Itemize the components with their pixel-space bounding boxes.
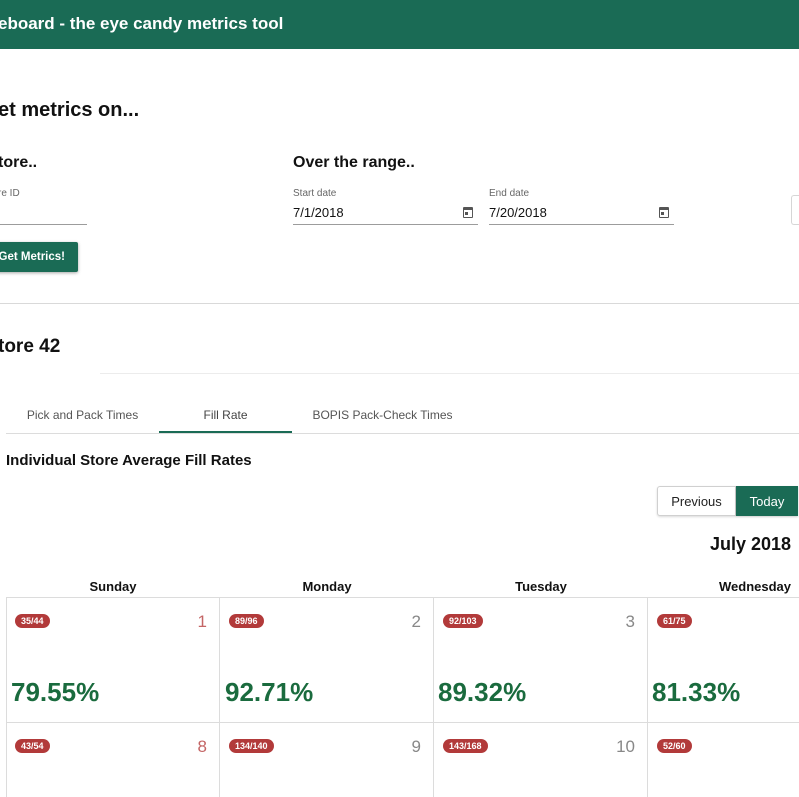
store-id-underline <box>0 224 87 225</box>
fill-rate-value: 89.32% <box>438 677 527 707</box>
fill-rate-value: 92.71% <box>225 677 314 707</box>
tabs-divider <box>6 433 799 434</box>
previous-button[interactable]: Previous <box>657 486 736 516</box>
end-date-label: End date <box>489 188 530 199</box>
weekday-header: Sunday <box>89 579 137 594</box>
start-date-label: Start date <box>293 188 337 199</box>
day-number: 2 <box>411 612 421 631</box>
header-divider <box>100 373 799 374</box>
app-bar: eboard - the eye candy metrics tool <box>0 0 799 49</box>
get-metrics-button[interactable]: Get Metrics! <box>0 242 78 272</box>
today-button[interactable]: Today <box>736 486 798 516</box>
end-date-underline <box>489 224 674 225</box>
active-tab-indicator <box>159 431 292 433</box>
day-number: 1 <box>197 612 207 631</box>
weekday-header: Wednesday <box>718 579 791 594</box>
start-date-underline <box>293 224 478 225</box>
metrics-heading: et metrics on... <box>0 99 140 121</box>
tab-pick-and-pack-times[interactable]: Pick and Pack Times <box>6 396 159 434</box>
day-number: 8 <box>197 737 207 756</box>
fill-count-badge: 92/103 <box>443 614 483 628</box>
store-title: tore 42 <box>0 336 61 357</box>
range-heading: Over the range.. <box>293 154 415 171</box>
grid-line <box>219 598 220 797</box>
app-title: eboard - the eye candy metrics tool <box>0 14 284 33</box>
grid-line <box>433 598 434 797</box>
fill-count-badge: 52/60 <box>657 739 692 753</box>
month-title: July 2018 <box>710 534 792 554</box>
store-id-label: re ID <box>0 188 20 199</box>
fill-count-badge: 35/44 <box>15 614 50 628</box>
calendar-icon[interactable] <box>659 207 669 218</box>
day-number: 3 <box>625 612 635 631</box>
weekday-header: Monday <box>302 579 352 594</box>
fill-count-badge: 89/96 <box>229 614 264 628</box>
calendar-icon[interactable] <box>463 207 473 218</box>
section-title: Individual Store Average Fill Rates <box>6 452 252 469</box>
fill-count-badge: 134/140 <box>229 739 274 753</box>
day-number: 9 <box>411 737 421 756</box>
fill-rate-value: 81.33% <box>652 677 741 707</box>
day-number: 10 <box>616 737 635 756</box>
tab-fill-rate[interactable]: Fill Rate <box>159 396 292 434</box>
grid-line <box>647 598 648 797</box>
fill-count-badge: 61/75 <box>657 614 692 628</box>
end-date-input[interactable]: 7/20/2018 <box>489 205 547 220</box>
section-divider <box>0 303 799 304</box>
fill-count-badge: 143/168 <box>443 739 488 753</box>
tab-bopis-pack-check-times[interactable]: BOPIS Pack-Check Times <box>292 396 473 434</box>
grid-line <box>6 722 799 723</box>
weekday-header: Tuesday <box>515 579 567 594</box>
fill-count-badge: 43/54 <box>15 739 50 753</box>
store-heading: tore.. <box>0 154 38 171</box>
fill-rate-value: 79.55% <box>11 677 100 707</box>
offscreen-control[interactable] <box>791 195 799 225</box>
start-date-input[interactable]: 7/1/2018 <box>293 205 344 220</box>
